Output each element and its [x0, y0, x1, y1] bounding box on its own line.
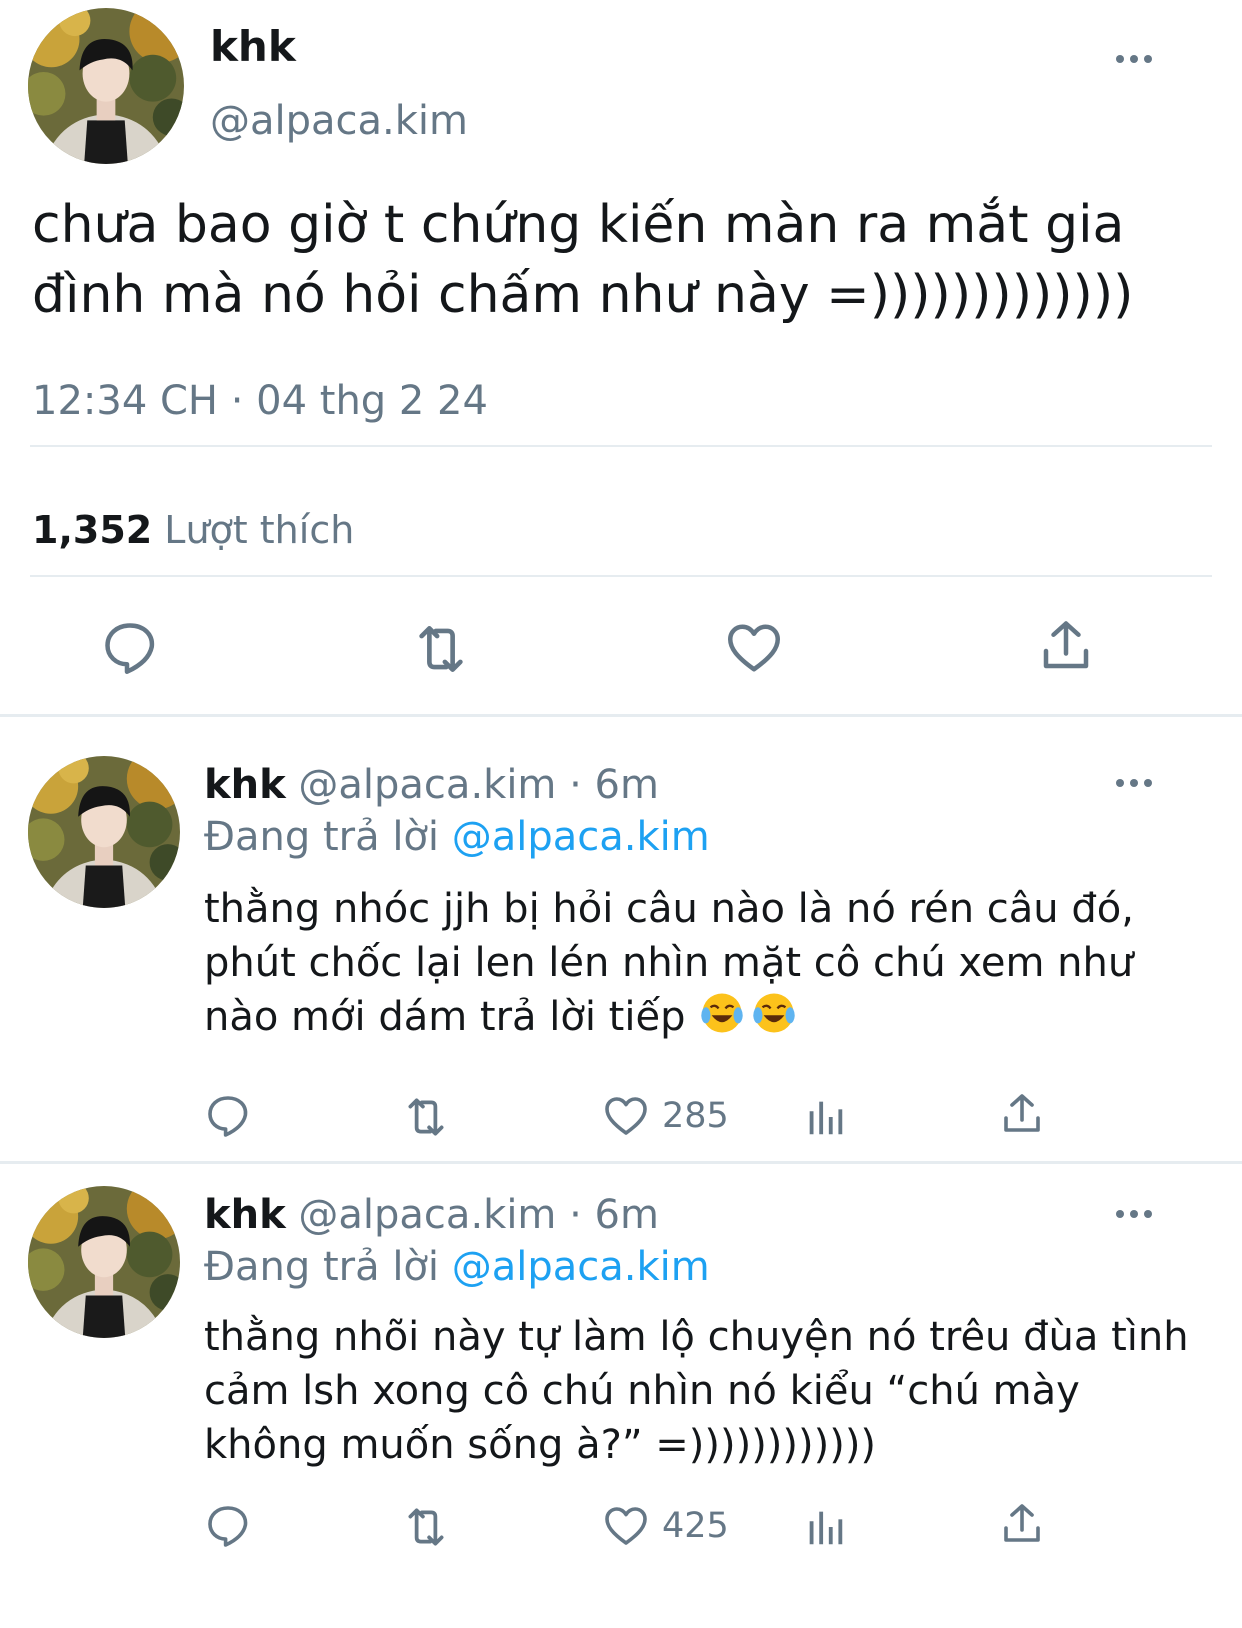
avatar[interactable]	[28, 756, 180, 908]
share-icon[interactable]	[1036, 616, 1096, 676]
author-name[interactable]: khk	[210, 22, 296, 71]
replying-mention[interactable]: @alpaca.kim	[452, 814, 710, 860]
reply-icon[interactable]	[100, 618, 160, 678]
reply-header: khk @alpaca.kim · 6m	[204, 1192, 659, 1238]
like-icon[interactable]	[602, 1092, 650, 1140]
avatar[interactable]	[28, 1186, 180, 1338]
avatar-image	[28, 8, 184, 164]
analytics-icon[interactable]	[802, 1504, 848, 1550]
replying-to: Đang trả lời @alpaca.kim	[204, 1244, 710, 1290]
divider	[30, 445, 1212, 447]
retweet-icon[interactable]	[400, 1092, 452, 1142]
like-count: 285	[662, 1096, 729, 1136]
author-handle[interactable]: @alpaca.kim	[210, 98, 468, 144]
like-count: 425	[662, 1506, 729, 1546]
more-icon[interactable]	[1116, 776, 1156, 790]
divider	[30, 575, 1212, 577]
replying-to: Đang trả lời @alpaca.kim	[204, 814, 710, 860]
share-icon[interactable]	[998, 1500, 1046, 1548]
author-handle-time[interactable]: @alpaca.kim · 6m	[298, 762, 659, 808]
author-handle-time[interactable]: @alpaca.kim · 6m	[298, 1192, 659, 1238]
like-icon[interactable]	[602, 1502, 650, 1550]
replying-mention[interactable]: @alpaca.kim	[452, 1244, 710, 1290]
analytics-icon[interactable]	[802, 1094, 848, 1140]
author-name[interactable]: khk	[204, 1192, 286, 1238]
face-with-tears-of-joy-icon	[751, 990, 797, 1036]
replying-prefix: Đang trả lời	[204, 814, 452, 860]
section-divider	[0, 714, 1242, 717]
reply-icon[interactable]	[204, 1092, 252, 1140]
reply-text: thằng nhóc jjh bị hỏi câu nào là nó rén …	[204, 882, 1214, 1044]
likes-count: 1,352	[32, 508, 153, 552]
avatar-image	[28, 1186, 180, 1338]
reply-header: khk @alpaca.kim · 6m	[204, 762, 659, 808]
face-with-tears-of-joy-icon	[699, 990, 745, 1036]
likes-label: Lượt thích	[164, 508, 355, 552]
more-icon[interactable]	[1116, 52, 1156, 66]
share-icon[interactable]	[998, 1090, 1046, 1138]
reply-text-content: thằng nhóc jjh bị hỏi câu nào là nó rén …	[204, 886, 1134, 1040]
like-icon[interactable]	[724, 618, 784, 678]
retweet-icon[interactable]	[410, 618, 472, 680]
reply-icon[interactable]	[204, 1502, 252, 1550]
author-name[interactable]: khk	[204, 762, 286, 808]
avatar[interactable]	[28, 8, 184, 164]
tweet-timestamp[interactable]: 12:34 CH · 04 thg 2 24	[32, 378, 488, 424]
retweet-icon[interactable]	[400, 1502, 452, 1552]
section-divider	[0, 1161, 1242, 1164]
avatar-image	[28, 756, 180, 908]
more-icon[interactable]	[1116, 1207, 1156, 1221]
reply-text: thằng nhõi này tự làm lộ chuyện nó trêu …	[204, 1314, 1189, 1468]
tweet-text: chưa bao giờ t chứng kiến màn ra mắt gia…	[32, 195, 1134, 325]
replying-prefix: Đang trả lời	[204, 1244, 452, 1290]
likes-summary[interactable]: 1,352 Lượt thích	[32, 508, 354, 552]
